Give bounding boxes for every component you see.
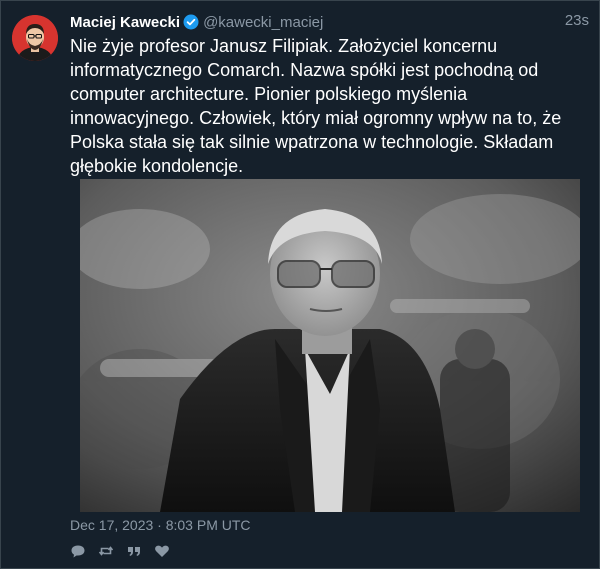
tweet-photo[interactable] xyxy=(80,179,580,512)
avatar[interactable] xyxy=(12,15,58,61)
retweet-icon[interactable] xyxy=(98,543,114,559)
author-name[interactable]: Maciej Kawecki xyxy=(70,14,180,31)
tweet-text: Nie żyje profesor Janusz Filipiak. Założ… xyxy=(70,36,567,176)
avatar-image xyxy=(12,15,58,61)
quote-icon[interactable] xyxy=(126,543,142,559)
reply-icon[interactable] xyxy=(70,543,86,559)
heart-icon[interactable] xyxy=(154,543,170,559)
verified-badge-icon xyxy=(183,14,199,30)
tweet-actions xyxy=(70,543,170,559)
relative-time[interactable]: 23s xyxy=(565,12,589,29)
tweet-timestamp[interactable]: Dec 17, 2023 · 8:03 PM UTC xyxy=(70,517,251,533)
photo-image xyxy=(80,179,580,512)
tweet-header: Maciej Kawecki @kawecki_maciej 23s xyxy=(70,12,589,32)
tweet-card: Maciej Kawecki @kawecki_maciej 23s Nie ż… xyxy=(0,0,600,569)
author-handle[interactable]: @kawecki_maciej xyxy=(203,14,323,31)
